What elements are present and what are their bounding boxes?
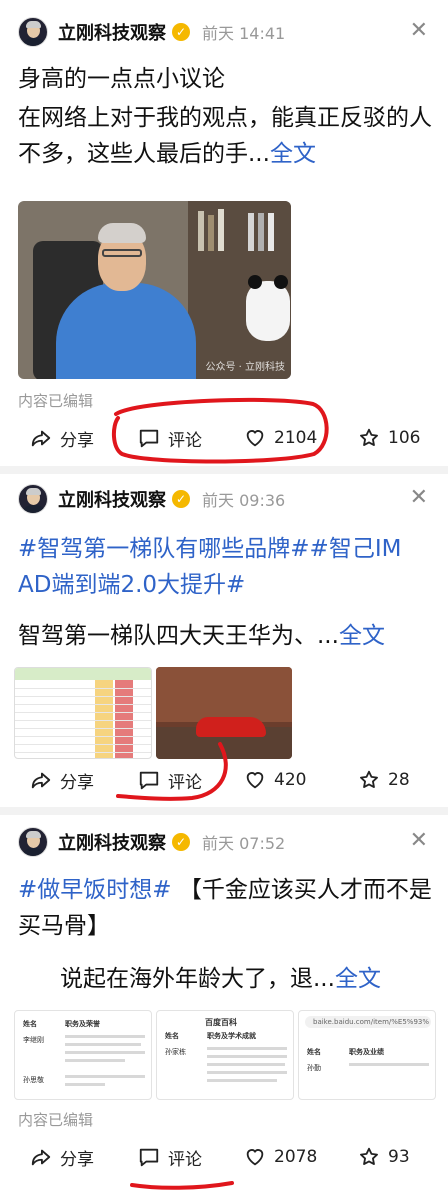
feed-post[interactable]: 立刚科技观察 ✓ 前天 07:52 ✕ #做早饭时想# 【千金应该买人才而不是买… xyxy=(0,815,448,1200)
comment-icon xyxy=(139,1148,159,1167)
post-image-spreadsheet[interactable] xyxy=(14,667,152,759)
post-title: 身高的一点点小议论 xyxy=(18,66,225,92)
panda-toy xyxy=(246,275,290,341)
like-count: 420 xyxy=(274,770,307,790)
like-button[interactable]: 420 xyxy=(244,760,306,800)
verified-badge-icon: ✓ xyxy=(172,490,190,508)
image-watermark: 公众号 · 立刚科技 xyxy=(205,362,285,373)
comment-label: 评论 xyxy=(168,430,202,451)
heart-icon xyxy=(246,1149,264,1166)
edited-label: 内容已编辑 xyxy=(18,1111,94,1129)
heart-icon xyxy=(246,430,264,447)
red-annotation-underline xyxy=(130,1181,234,1190)
action-bar: 分享 评论 420 28 xyxy=(0,760,448,800)
favorite-button[interactable]: 93 xyxy=(358,1137,410,1177)
comment-icon xyxy=(139,771,159,790)
post-image-document[interactable]: 姓名 职务及荣誉 李继刚 孙思敬 xyxy=(14,1010,152,1100)
comment-label: 评论 xyxy=(168,772,202,793)
share-icon xyxy=(31,430,51,447)
share-label: 分享 xyxy=(60,1149,94,1170)
comment-button[interactable]: 评论 xyxy=(138,1137,202,1177)
share-button[interactable]: 分享 xyxy=(30,760,94,800)
verified-badge-icon: ✓ xyxy=(172,23,190,41)
comment-button[interactable]: 评论 xyxy=(138,760,202,800)
post-body[interactable]: 在网络上对于我的观点，能真正反驳的人不多，这些人最后的手...全文 xyxy=(18,100,432,172)
post-time: 前天 14:41 xyxy=(202,24,286,43)
post-time: 前天 09:36 xyxy=(202,491,286,510)
comment-button[interactable]: 评论 xyxy=(138,418,202,458)
heart-icon xyxy=(246,772,264,789)
post-header: 立刚科技观察 ✓ 前天 14:41 xyxy=(18,15,285,49)
post-hashtags[interactable]: #智驾第一梯队有哪些品牌##智己IM AD端到端2.0大提升# xyxy=(18,531,432,603)
action-bar: 分享 评论 2104 106 xyxy=(0,418,448,458)
action-bar: 分享 评论 2078 93 xyxy=(0,1137,448,1177)
star-icon xyxy=(360,428,378,446)
favorite-count: 28 xyxy=(388,770,410,790)
read-more-link[interactable]: 全文 xyxy=(339,623,385,649)
post-body[interactable]: 智驾第一梯队四大天王华为、...全文 xyxy=(18,618,432,654)
post-body-text: 在网络上对于我的观点，能真正反驳的人不多，这些人最后的手... xyxy=(18,105,432,167)
favorite-count: 106 xyxy=(388,428,421,448)
verified-badge-icon: ✓ xyxy=(172,833,190,851)
author-name[interactable]: 立刚科技观察 xyxy=(58,486,166,512)
post-body-text: 智驾第一梯队四大天王华为、... xyxy=(18,623,339,649)
read-more-link[interactable]: 全文 xyxy=(270,141,316,167)
post-header: 立刚科技观察 ✓ 前天 07:52 xyxy=(18,825,285,859)
post-time: 前天 07:52 xyxy=(202,834,286,853)
post-title[interactable]: #做早饭时想# 【千金应该买人才而不是买马骨】 xyxy=(18,872,432,944)
author-name[interactable]: 立刚科技观察 xyxy=(58,19,166,45)
post-image-browser[interactable]: baike.baidu.com/item/%E5%93% 姓名 职务及业绩 孙勤 xyxy=(298,1010,436,1100)
star-icon xyxy=(360,1147,378,1165)
edited-label: 内容已编辑 xyxy=(18,392,94,410)
like-button[interactable]: 2078 xyxy=(244,1137,317,1177)
comment-label: 评论 xyxy=(168,1149,202,1170)
favorite-button[interactable]: 106 xyxy=(358,418,420,458)
author-name[interactable]: 立刚科技观察 xyxy=(58,829,166,855)
feed-post[interactable]: 立刚科技观察 ✓ 前天 09:36 ✕ #智驾第一梯队有哪些品牌##智己IM A… xyxy=(0,474,448,807)
star-icon xyxy=(360,770,378,788)
post-body[interactable]: 说起在海外年龄大了，退...全文 xyxy=(60,961,432,997)
avatar[interactable] xyxy=(18,827,48,857)
avatar[interactable] xyxy=(18,484,48,514)
share-label: 分享 xyxy=(60,430,94,451)
post-image-baike[interactable]: 百度百科 姓名 职务及学术成就 孙家栋 xyxy=(156,1010,294,1100)
share-button[interactable]: 分享 xyxy=(30,1137,94,1177)
close-icon[interactable]: ✕ xyxy=(410,485,428,510)
post-image[interactable]: 公众号 · 立刚科技 xyxy=(18,201,291,379)
read-more-link[interactable]: 全文 xyxy=(335,966,381,992)
share-icon xyxy=(31,1149,51,1166)
post-hashtag[interactable]: #做早饭时想# xyxy=(18,877,172,903)
like-button[interactable]: 2104 xyxy=(244,418,317,458)
feed-post[interactable]: 立刚科技观察 ✓ 前天 14:41 ✕ 身高的一点点小议论 在网络上对于我的观点… xyxy=(0,0,448,466)
post-header: 立刚科技观察 ✓ 前天 09:36 xyxy=(18,482,285,516)
favorite-count: 93 xyxy=(388,1147,410,1167)
share-icon xyxy=(31,772,51,789)
favorite-button[interactable]: 28 xyxy=(358,760,410,800)
share-button[interactable]: 分享 xyxy=(30,418,94,458)
like-count: 2078 xyxy=(274,1147,318,1167)
person xyxy=(56,283,196,379)
avatar[interactable] xyxy=(18,17,48,47)
post-image-car[interactable] xyxy=(156,667,292,759)
like-count: 2104 xyxy=(274,428,318,448)
post-body-text: 说起在海外年龄大了，退... xyxy=(60,966,335,992)
close-icon[interactable]: ✕ xyxy=(410,828,428,853)
share-label: 分享 xyxy=(60,772,94,793)
close-icon[interactable]: ✕ xyxy=(410,18,428,43)
comment-icon xyxy=(139,429,159,448)
